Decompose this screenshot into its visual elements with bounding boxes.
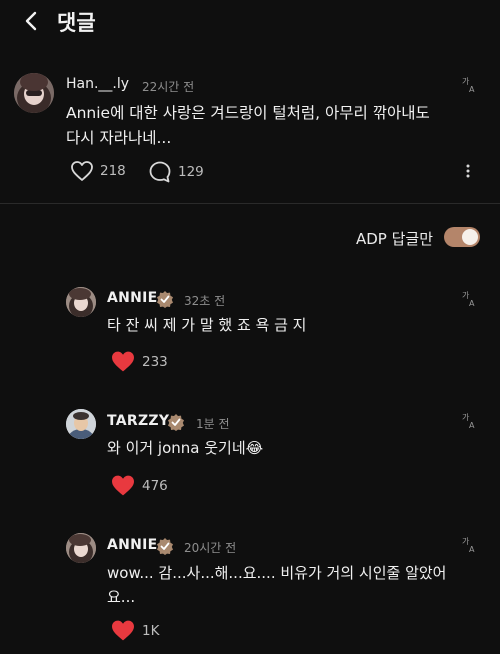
reply-time: 1분 전 <box>196 417 230 431</box>
avatar-photo <box>66 287 96 317</box>
svg-text:A: A <box>469 85 475 93</box>
translate-icon[interactable]: 가 A <box>461 75 479 93</box>
translate-icon[interactable]: 가 A <box>461 535 479 553</box>
like-button[interactable]: 476 <box>110 474 168 497</box>
avatar[interactable] <box>66 287 96 317</box>
reply-text: wow... 감...사...해...요.... 비유가 거의 시인줄 알았어요… <box>107 564 447 606</box>
reply-time: 32초 전 <box>184 294 226 308</box>
verified-badge-icon <box>157 538 173 555</box>
divider <box>0 203 500 204</box>
verified-badge-icon <box>157 291 173 308</box>
comment-time: 22시간 전 <box>142 80 195 94</box>
verified-badge-icon <box>168 414 184 431</box>
page-title: 댓글 <box>57 11 96 35</box>
like-button[interactable]: 233 <box>110 350 168 373</box>
reply-text: 와 이거 jonna 웃기네😂 <box>107 439 264 457</box>
comment-username[interactable]: Han.__.ly <box>66 76 129 92</box>
reply-time: 20시간 전 <box>184 541 237 555</box>
translate-icon[interactable]: 가 A <box>461 289 479 307</box>
back-arrow-icon[interactable] <box>22 8 42 34</box>
adp-filter-label: ADP 답글만 <box>356 230 434 248</box>
avatar-photo <box>14 73 54 113</box>
avatar[interactable] <box>66 409 96 439</box>
adp-filter-toggle[interactable] <box>444 227 480 247</box>
reply-button[interactable]: 129 <box>148 160 204 184</box>
more-options-icon[interactable] <box>462 163 474 179</box>
like-count: 233 <box>142 353 168 370</box>
avatar[interactable] <box>66 533 96 563</box>
reply-username[interactable]: ANNIE <box>107 290 158 306</box>
avatar-photo <box>66 409 96 439</box>
svg-text:A: A <box>469 545 475 553</box>
like-count: 476 <box>142 477 168 494</box>
reply-text: 타 잔 씨 제 가 말 했 죠 욕 금 지 <box>107 316 307 334</box>
heart-filled-icon <box>112 351 134 372</box>
heart-filled-icon <box>112 620 134 641</box>
reply-count: 129 <box>178 164 204 180</box>
avatar[interactable] <box>14 73 54 113</box>
speech-bubble-icon <box>149 161 171 183</box>
comment-text: Annie에 대한 사랑은 겨드랑이 털처럼, 아무리 깎아내도 다시 자라나네… <box>66 104 430 147</box>
svg-text:A: A <box>469 421 475 429</box>
svg-text:A: A <box>469 299 475 307</box>
heart-outline-icon <box>71 161 93 181</box>
like-count: 1K <box>142 622 160 639</box>
like-button[interactable]: 1K <box>110 619 159 642</box>
header-bar: 댓글 <box>0 0 500 44</box>
reply-username[interactable]: TARZZY <box>107 413 169 429</box>
toggle-knob <box>462 229 478 245</box>
reply-username[interactable]: ANNIE <box>107 537 158 553</box>
heart-filled-icon <box>112 475 134 496</box>
avatar-photo <box>66 533 96 563</box>
like-count: 218 <box>100 163 126 179</box>
like-button[interactable]: 218 <box>70 160 126 182</box>
translate-icon[interactable]: 가 A <box>461 411 479 429</box>
